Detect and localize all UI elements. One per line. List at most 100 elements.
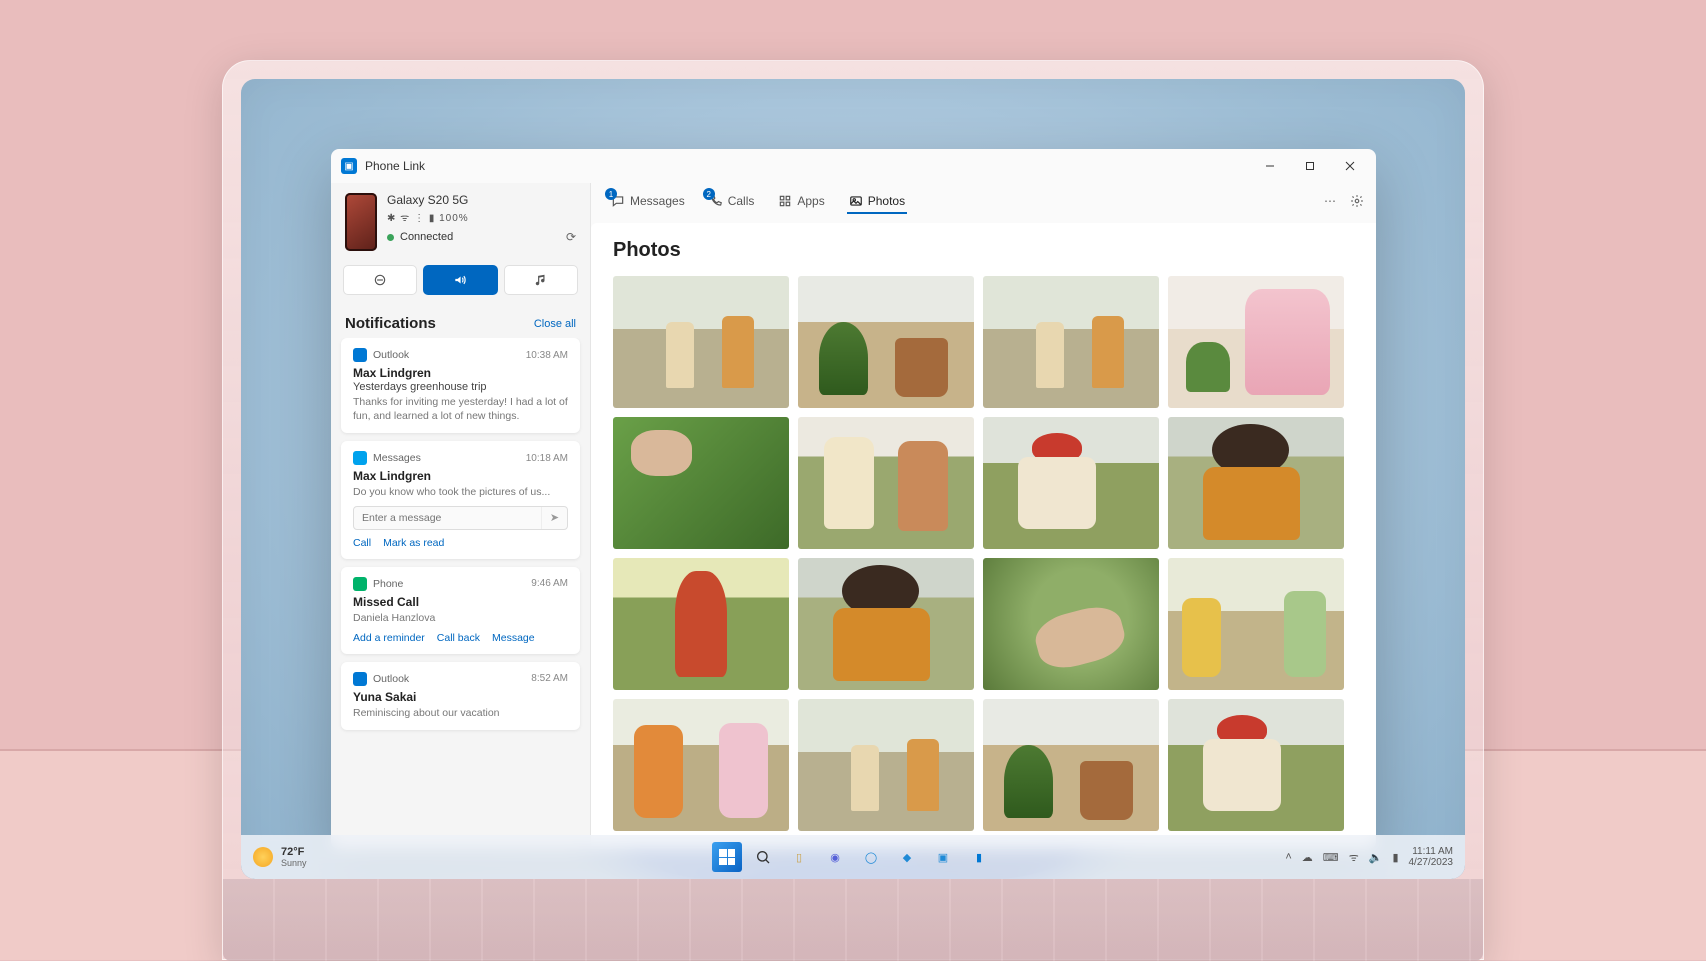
- phone-link-app-icon: ▣: [341, 158, 357, 174]
- dnd-tab[interactable]: [343, 265, 417, 295]
- notif-app: Outlook: [373, 673, 409, 685]
- notif-time: 10:18 AM: [526, 453, 568, 464]
- photo-thumbnail[interactable]: [983, 417, 1159, 549]
- settings-icon[interactable]: [1350, 194, 1364, 211]
- nav-label: Messages: [630, 194, 685, 208]
- volume-icon[interactable]: 🔈: [1369, 851, 1383, 864]
- store-icon[interactable]: ▣: [928, 842, 958, 872]
- sun-icon: [253, 847, 273, 867]
- maximize-button[interactable]: [1290, 151, 1330, 181]
- photo-thumbnail[interactable]: [983, 558, 1159, 690]
- photo-thumbnail[interactable]: [798, 417, 974, 549]
- notification-card[interactable]: Messages 10:18 AM Max Lindgren Do you kn…: [341, 441, 580, 558]
- wifi-icon[interactable]: ᯤ: [1349, 850, 1359, 865]
- chevron-up-icon[interactable]: ˄: [1285, 851, 1291, 863]
- tab-apps[interactable]: Apps: [776, 190, 826, 214]
- device-status-label: Connected: [400, 231, 453, 243]
- sidebar: Galaxy S20 5G ✱ ᯤ ⋮ ▮ 100% Connected ⟳: [331, 183, 591, 849]
- main-pane: 1 Messages 2 Calls Apps: [591, 183, 1376, 849]
- action-mark-read[interactable]: Mark as read: [383, 537, 444, 549]
- laptop-keyboard: [223, 879, 1483, 961]
- photo-thumbnail[interactable]: [1168, 699, 1344, 831]
- outlook-icon: [353, 672, 367, 686]
- taskbar-clock[interactable]: 11:11 AM 4/27/2023: [1409, 846, 1454, 869]
- nav-label: Photos: [868, 194, 905, 208]
- notif-app: Outlook: [373, 349, 409, 361]
- tab-photos[interactable]: Photos: [847, 190, 907, 214]
- music-tab[interactable]: [504, 265, 578, 295]
- taskbar-center: ▯ ◉ ◯ ◆ ▣ ▮: [712, 842, 994, 872]
- notification-card[interactable]: Outlook 8:52 AM Yuna Sakai Reminiscing a…: [341, 662, 580, 730]
- nav-label: Calls: [728, 194, 755, 208]
- photo-thumbnail[interactable]: [613, 276, 789, 408]
- photo-thumbnail[interactable]: [613, 417, 789, 549]
- weather-temp: 72°F: [281, 846, 307, 858]
- more-icon[interactable]: ⋯: [1324, 194, 1336, 211]
- photo-thumbnail[interactable]: [798, 699, 974, 831]
- taskbar-weather[interactable]: 72°F Sunny: [253, 846, 307, 868]
- windows-taskbar[interactable]: 72°F Sunny ▯ ◉ ◯ ◆ ▣ ▮ ˄ ☁ ⌨ ᯤ: [241, 835, 1465, 879]
- clock-date: 4/27/2023: [1409, 857, 1454, 869]
- laptop-frame: ▣ Phone Link: [222, 60, 1484, 960]
- photo-thumbnail[interactable]: [798, 276, 974, 408]
- photos-content: Photos: [591, 223, 1376, 849]
- tab-calls[interactable]: 2 Calls: [707, 190, 757, 214]
- photo-thumbnail[interactable]: [983, 699, 1159, 831]
- phone-thumbnail[interactable]: [345, 193, 377, 251]
- notif-sender: Max Lindgren: [353, 469, 568, 483]
- minimize-button[interactable]: [1250, 151, 1290, 181]
- action-call-back[interactable]: Call back: [437, 632, 480, 644]
- photo-thumbnail[interactable]: [1168, 558, 1344, 690]
- outlook-icon: [353, 348, 367, 362]
- device-name: Galaxy S20 5G: [387, 193, 576, 207]
- action-add-reminder[interactable]: Add a reminder: [353, 632, 425, 644]
- notif-body: Daniela Hanzlova: [353, 611, 568, 625]
- sidebar-tabs: [331, 265, 590, 295]
- reply-input[interactable]: [354, 507, 541, 529]
- photo-thumbnail[interactable]: [1168, 417, 1344, 549]
- system-tray[interactable]: ˄ ☁ ⌨ ᯤ 🔈 ▮ 11:11 AM 4/27/2023: [1285, 846, 1453, 869]
- notification-card[interactable]: Outlook 10:38 AM Max Lindgren Yesterdays…: [341, 338, 580, 433]
- start-button[interactable]: [712, 842, 742, 872]
- battery-icon[interactable]: ▮: [1392, 851, 1398, 864]
- notif-time: 10:38 AM: [526, 350, 568, 361]
- device-block: Galaxy S20 5G ✱ ᯤ ⋮ ▮ 100% Connected ⟳: [331, 183, 590, 259]
- explorer-icon[interactable]: ▯: [784, 842, 814, 872]
- search-icon[interactable]: [748, 842, 778, 872]
- nav-label: Apps: [797, 194, 824, 208]
- phone-icon: [353, 577, 367, 591]
- app-icon[interactable]: ◆: [892, 842, 922, 872]
- photo-thumbnail[interactable]: [983, 276, 1159, 408]
- window-titlebar[interactable]: ▣ Phone Link: [331, 149, 1376, 183]
- notif-app: Phone: [373, 578, 403, 590]
- photo-thumbnail[interactable]: [1168, 276, 1344, 408]
- phone-link-window: ▣ Phone Link: [331, 149, 1376, 849]
- cloud-icon[interactable]: ☁: [1302, 851, 1313, 864]
- notifications-list: Outlook 10:38 AM Max Lindgren Yesterdays…: [331, 338, 590, 849]
- photo-thumbnail[interactable]: [798, 558, 974, 690]
- notification-card[interactable]: Phone 9:46 AM Missed Call Daniela Hanzlo…: [341, 567, 580, 654]
- messages-badge: 1: [605, 188, 617, 200]
- close-button[interactable]: [1330, 151, 1370, 181]
- photo-thumbnail[interactable]: [613, 558, 789, 690]
- notif-body: Reminiscing about our vacation: [353, 706, 568, 720]
- action-call[interactable]: Call: [353, 537, 371, 549]
- weather-cond: Sunny: [281, 858, 307, 868]
- phone-link-taskbar-icon[interactable]: ▮: [964, 842, 994, 872]
- chat-icon[interactable]: ◉: [820, 842, 850, 872]
- action-message[interactable]: Message: [492, 632, 535, 644]
- notif-time: 8:52 AM: [531, 673, 568, 684]
- messages-icon: [353, 451, 367, 465]
- audio-tab[interactable]: [423, 265, 497, 295]
- notif-body: Thanks for inviting me yesterday! I had …: [353, 395, 568, 423]
- tab-messages[interactable]: 1 Messages: [609, 190, 687, 214]
- refresh-icon[interactable]: ⟳: [566, 230, 576, 244]
- edge-icon[interactable]: ◯: [856, 842, 886, 872]
- content-title: Photos: [613, 239, 1376, 262]
- photo-thumbnail[interactable]: [613, 699, 789, 831]
- notif-body: Do you know who took the pictures of us.…: [353, 485, 568, 499]
- send-reply-button[interactable]: ➤: [541, 507, 567, 529]
- language-icon[interactable]: ⌨: [1323, 851, 1339, 864]
- close-all-link[interactable]: Close all: [534, 318, 576, 330]
- clock-time: 11:11 AM: [1409, 846, 1454, 858]
